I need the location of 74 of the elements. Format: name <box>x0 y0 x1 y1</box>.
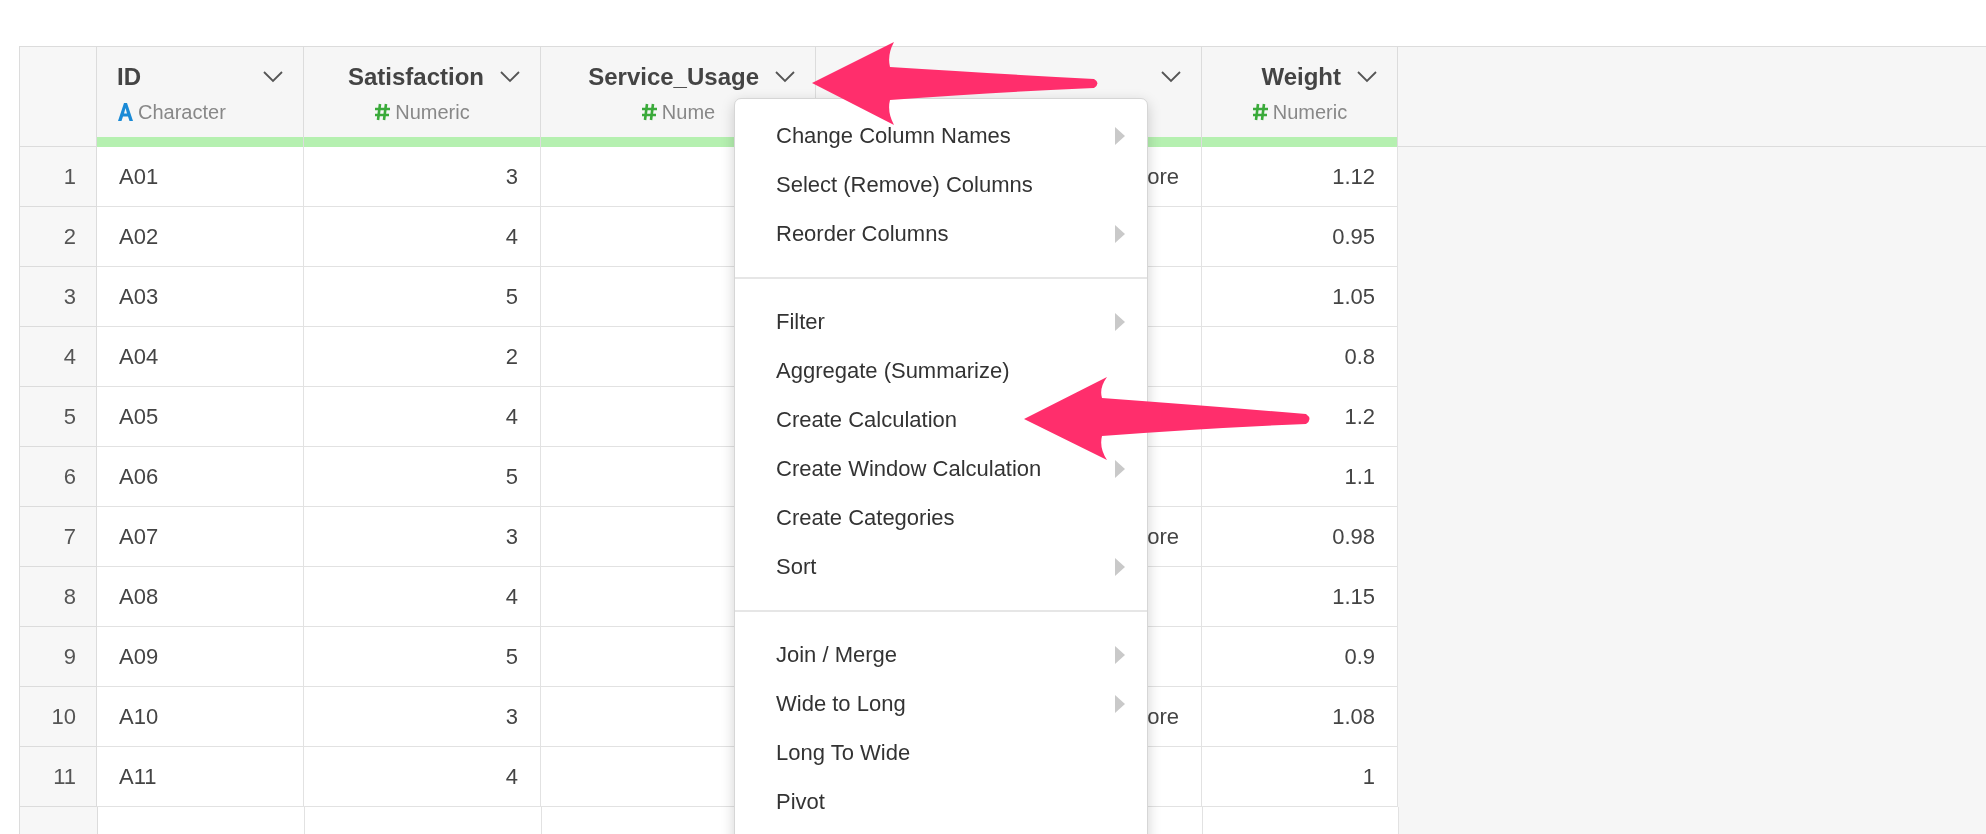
column-title: Service_Usage <box>588 63 759 91</box>
letter-type-icon <box>117 103 134 121</box>
row-number: 3 <box>20 267 97 327</box>
row-number: 10 <box>20 687 97 747</box>
chevron-down-icon[interactable] <box>500 71 520 83</box>
table-cell: 5 <box>304 447 541 507</box>
row-number: 8 <box>20 567 97 627</box>
table-cell: 0.9 <box>1202 627 1398 687</box>
row-number: 6 <box>20 447 97 507</box>
submenu-triangle-icon <box>1115 557 1125 576</box>
column-type: Numeric <box>395 100 470 124</box>
column-type: Numeric <box>1272 100 1348 124</box>
menu-item[interactable]: Aggregate (Summarize) <box>735 346 1032 395</box>
table-cell: 1 <box>1202 747 1398 807</box>
menu-item[interactable]: Create Window Calculation <box>735 444 1147 493</box>
table-cell: A06 <box>97 447 304 507</box>
table-cell: 4 <box>304 387 541 447</box>
chevron-down-icon[interactable] <box>1357 71 1377 83</box>
table-cell: A09 <box>97 627 304 687</box>
table-cell: A04 <box>97 327 304 387</box>
table-cell: 1.1 <box>1202 447 1398 507</box>
chevron-down-icon[interactable] <box>1161 71 1181 83</box>
table-cell: 1.08 <box>1202 687 1398 747</box>
menu-item[interactable]: Reorder Columns <box>735 209 1147 258</box>
table-cell: A07 <box>97 507 304 567</box>
table-cell: A10 <box>97 687 304 747</box>
row-number: 9 <box>20 627 97 687</box>
table-cell: A02 <box>97 207 304 267</box>
table-cell: 3 <box>304 687 541 747</box>
table-cell: 1.05 <box>1202 267 1398 327</box>
menu-item[interactable]: Filter <box>735 297 1147 346</box>
hash-type-icon <box>374 103 392 121</box>
table-cell: A01 <box>97 147 304 207</box>
table-cell: 0.95 <box>1202 207 1398 267</box>
column-title: Satisfaction <box>347 63 484 91</box>
hash-type-icon <box>1251 103 1269 121</box>
table-cell: A03 <box>97 267 304 327</box>
table-cell: A05 <box>97 387 304 447</box>
table-cell: 1.12 <box>1202 147 1398 207</box>
table-cell: 5 <box>304 627 541 687</box>
column-title: ID <box>117 63 141 91</box>
submenu-triangle-icon <box>1115 224 1125 243</box>
submenu-triangle-icon <box>1115 312 1125 331</box>
table-cell: 4 <box>304 567 541 627</box>
column-type: Nume <box>661 100 716 124</box>
table-cell: 5 <box>304 267 541 327</box>
row-number: 11 <box>20 747 97 807</box>
table-cell: 2 <box>304 327 541 387</box>
table-cell: A11 <box>97 747 304 807</box>
column-title: Weight <box>1261 63 1341 91</box>
row-number: 5 <box>20 387 97 447</box>
table-cell: 4 <box>304 747 541 807</box>
row-number: 7 <box>20 507 97 567</box>
table-cell: 0.8 <box>1202 327 1398 387</box>
menu-item[interactable]: Join / Merge <box>735 630 1147 679</box>
table-cell: 3 <box>304 507 541 567</box>
table-cell: A08 <box>97 567 304 627</box>
table-cell: 4 <box>304 207 541 267</box>
chevron-down-icon[interactable] <box>263 71 283 83</box>
submenu-triangle-icon <box>1115 645 1125 664</box>
chevron-down-icon[interactable] <box>775 71 795 83</box>
submenu-triangle-icon <box>1115 694 1125 713</box>
row-number: 4 <box>20 327 97 387</box>
table-cell: 0.98 <box>1202 507 1398 567</box>
menu-item[interactable]: Pivot <box>735 777 847 826</box>
row-number: 2 <box>20 207 97 267</box>
table-cell: 1.15 <box>1202 567 1398 627</box>
menu-item[interactable]: Create Calculation <box>735 395 979 444</box>
hash-type-icon <box>640 103 658 121</box>
table-cell: 3 <box>304 147 541 207</box>
submenu-triangle-icon <box>1115 126 1125 145</box>
row-number: 1 <box>20 147 97 207</box>
submenu-triangle-icon <box>1115 459 1125 478</box>
column-type: Character <box>138 100 226 124</box>
